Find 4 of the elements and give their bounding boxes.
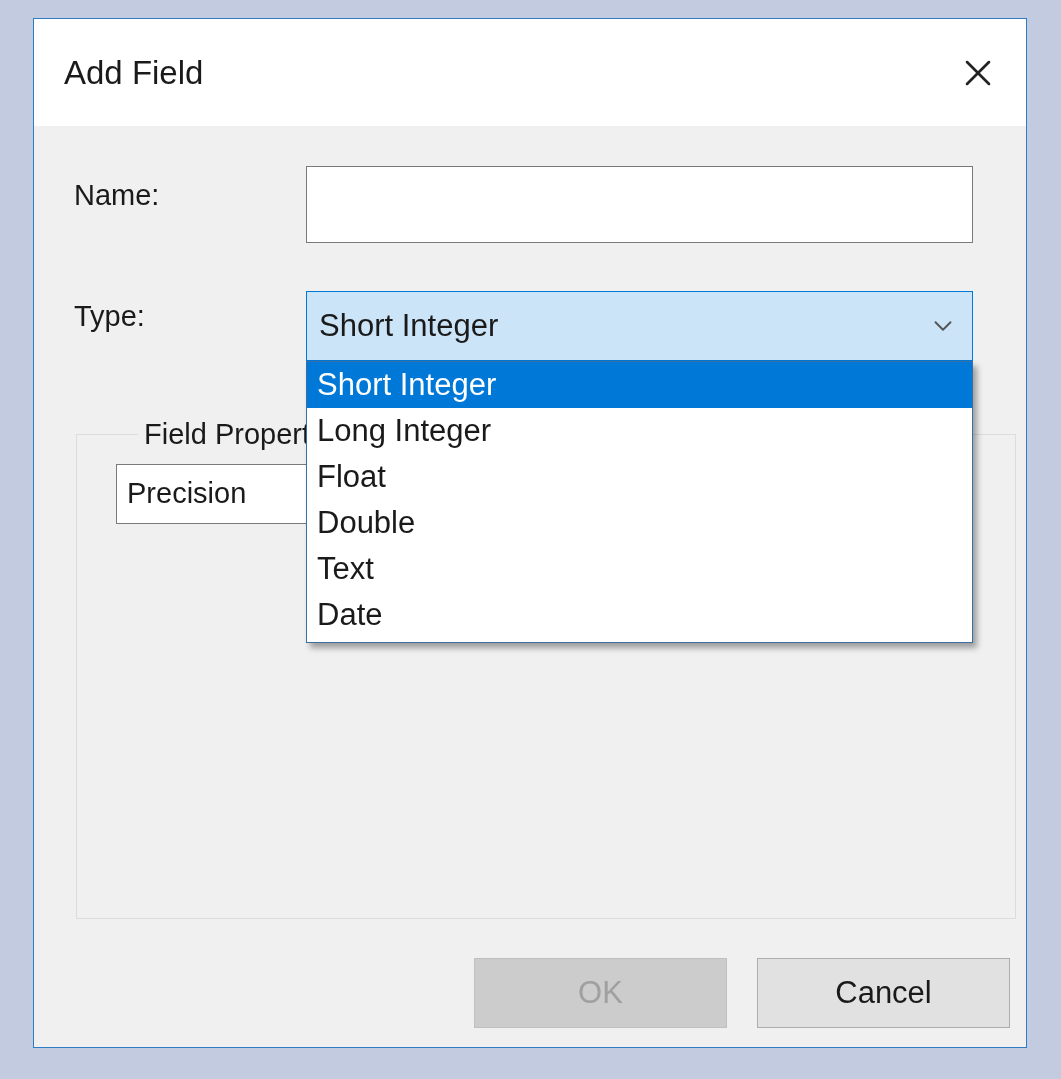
property-cell: Precision — [116, 464, 306, 524]
name-label: Name: — [74, 178, 161, 213]
window-title: Add Field — [64, 52, 204, 93]
type-label: Type: — [74, 299, 146, 334]
